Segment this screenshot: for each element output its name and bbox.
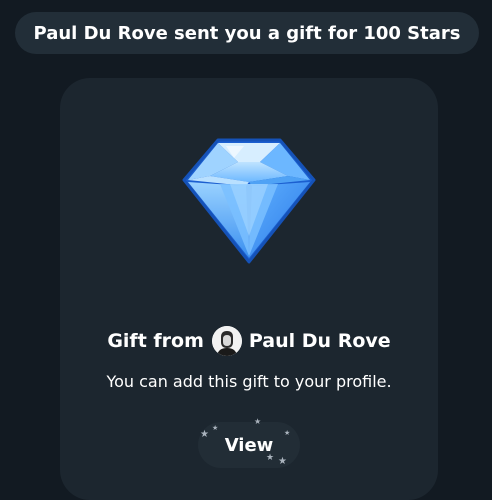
sparkle-icon: ★ [266, 453, 275, 463]
gift-description: You can add this gift to your profile. [106, 372, 392, 391]
sparkle-icon: ★ [278, 456, 287, 467]
service-message-text: Paul Du Rove sent you a gift for 100 Sta… [33, 22, 461, 44]
service-message: Paul Du Rove sent you a gift for 100 Sta… [15, 12, 479, 54]
sparkle-icon: ★ [254, 417, 262, 426]
sparkle-icon: ★ [212, 424, 219, 432]
gift-title: Gift from Paul Du Rove [60, 326, 438, 356]
sender-name[interactable]: Paul Du Rove [249, 330, 391, 352]
gift-card[interactable]: Gift from Paul Du Rove You can add this … [60, 78, 438, 500]
view-button[interactable]: View ★ ★ ★ ★ ★ ★ [198, 418, 300, 468]
avatar-portrait-icon [211, 326, 242, 356]
sender-avatar[interactable] [211, 326, 242, 356]
gift-title-prefix: Gift from [107, 330, 204, 352]
chat-background: Paul Du Rove sent you a gift for 100 Sta… [0, 0, 492, 500]
diamond-icon [182, 138, 316, 264]
sparkle-icon: ★ [200, 429, 209, 440]
sparkle-icon: ★ [284, 429, 291, 437]
